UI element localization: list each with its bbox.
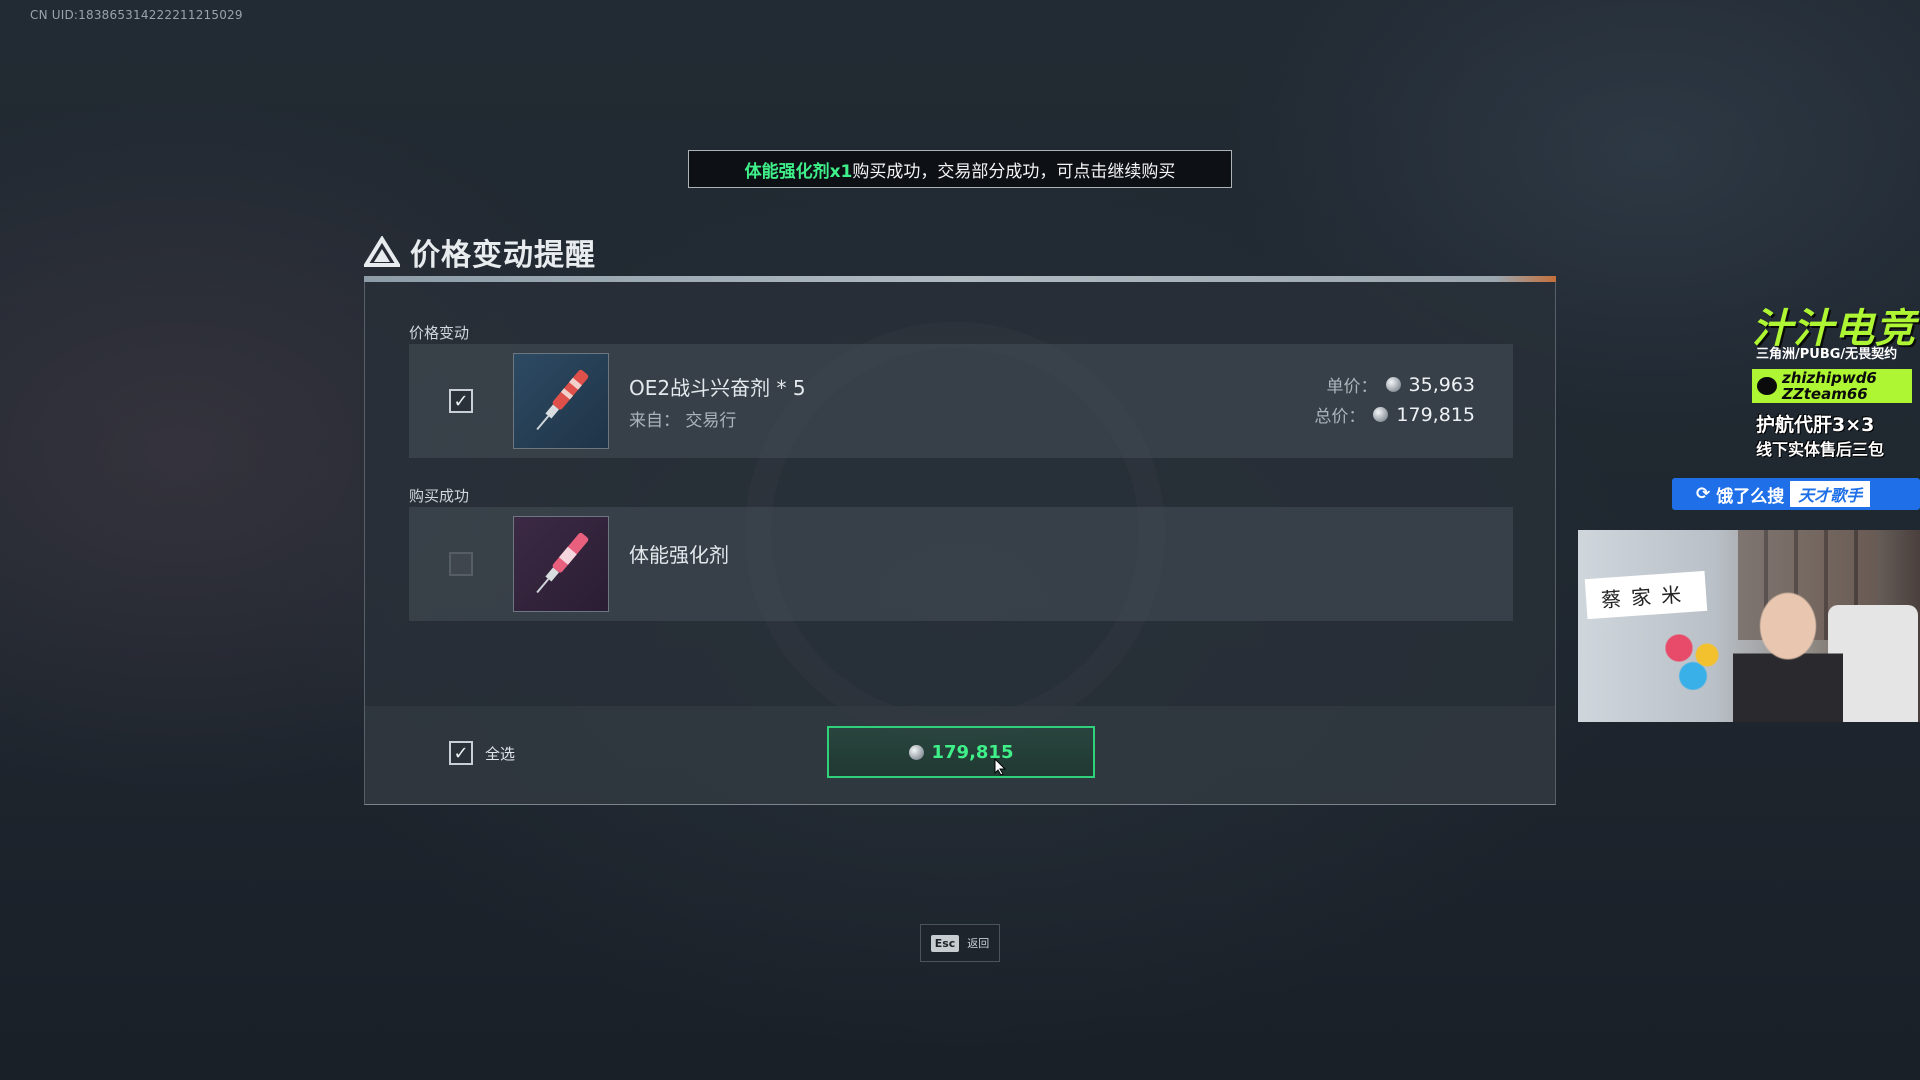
- item-name: 体能强化剂: [629, 543, 729, 567]
- item-checkbox-disabled: ✓: [449, 552, 473, 576]
- toast-message: 购买成功，交易部分成功，可点击继续购买: [852, 161, 1176, 182]
- select-all[interactable]: ✓ 全选: [449, 741, 515, 765]
- select-all-label: 全选: [485, 744, 516, 763]
- total-price-label: 总价：: [1314, 407, 1366, 427]
- coin-icon: [908, 744, 924, 760]
- section-label-price-change: 价格变动: [409, 324, 470, 342]
- price-change-item-row[interactable]: ✓ OE2战斗兴奋剂 * 5 来自： 交易行 单价： 35,963 总价： 17…: [409, 344, 1513, 458]
- coin-icon: [1385, 377, 1401, 392]
- item-checkbox-checked[interactable]: ✓: [449, 389, 473, 413]
- toast-item-highlight: 体能强化剂x1: [744, 161, 853, 182]
- syringe-red-icon: [536, 369, 589, 431]
- overlay-wechat: zhizhipwd6 ZZteam66: [1752, 369, 1912, 403]
- overlay-wechat-id2: ZZteam66: [1782, 385, 1868, 403]
- esc-back-label: 返回: [967, 937, 990, 950]
- overlay-service-note: 线下实体售后三包: [1756, 440, 1885, 459]
- coin-icon: [1373, 407, 1389, 422]
- select-all-checkbox[interactable]: ✓: [449, 741, 473, 765]
- game-screen: CN UID:183865314222211215029 体能强化剂x1 购买成功…: [0, 0, 1920, 1080]
- unit-price-label: 单价：: [1326, 377, 1378, 397]
- item-thumbnail-enhancer: [513, 516, 609, 612]
- overlay-search-prefix: 饿了么搜: [1716, 486, 1785, 507]
- unit-price-value: 35,963: [1408, 373, 1475, 396]
- streamer: [1733, 585, 1843, 722]
- overlay-search-icon: ⟳: [1696, 484, 1711, 504]
- item-name: OE2战斗兴奋剂 * 5: [629, 376, 806, 400]
- webcam-feed: 蔡家米: [1578, 530, 1920, 722]
- syringe-pink-icon: [536, 532, 589, 594]
- item-thumbnail-stimulant: [513, 353, 609, 449]
- overlay-service: 护航代肝3×3: [1756, 414, 1875, 436]
- purchase-success-item-row: ✓ 体能强化剂: [409, 507, 1513, 621]
- mouse-cursor-icon: [994, 758, 1006, 776]
- dialog-footer: ✓ 全选 179,815: [365, 706, 1555, 804]
- price-change-dialog: 价格变动 ✓ OE2战斗兴奋剂 * 5 来自： 交易行 单价： 35,963 总…: [364, 282, 1556, 805]
- overlay-games: 三角洲/PUBG/无畏契约: [1756, 347, 1898, 362]
- total-price: 总价： 179,815: [1314, 402, 1475, 428]
- overlay-search-banner: ⟳ 饿了么搜 天才歌手: [1672, 478, 1920, 510]
- uid-label: CN UID:183865314222211215029: [30, 8, 243, 22]
- esc-back-button[interactable]: Esc 返回: [920, 924, 1000, 962]
- section-label-purchase-success: 购买成功: [409, 487, 470, 505]
- cam-sign: 蔡家米: [1584, 570, 1708, 620]
- confirm-buy-button[interactable]: 179,815: [827, 726, 1095, 778]
- unit-price: 单价： 35,963: [1326, 372, 1475, 398]
- cam-toys: [1658, 620, 1728, 690]
- purchase-toast: 体能强化剂x1 购买成功，交易部分成功，可点击继续购买: [688, 150, 1232, 188]
- dialog-title: 价格变动提醒: [364, 232, 596, 273]
- total-price-value: 179,815: [1396, 403, 1475, 426]
- wechat-icon: [1757, 377, 1777, 395]
- dialog-title-text: 价格变动提醒: [410, 238, 596, 273]
- overlay-search-tag: 天才歌手: [1790, 481, 1871, 507]
- item-source: 来自： 交易行: [629, 411, 737, 431]
- esc-key-badge: Esc: [930, 934, 960, 952]
- warning-triangle-icon: [364, 236, 400, 267]
- overlay-wechat-id1: zhizhipwd6: [1782, 369, 1877, 387]
